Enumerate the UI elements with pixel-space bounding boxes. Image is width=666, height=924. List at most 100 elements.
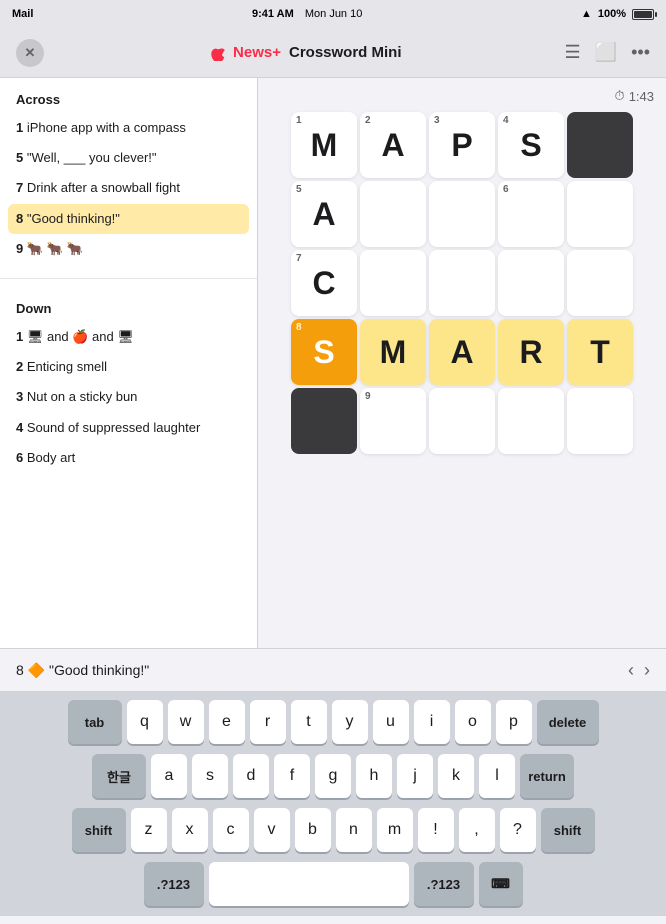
keyboard: tab q w e r t y u i o p delete 한글 a s d … bbox=[0, 692, 666, 916]
cell-1-4[interactable] bbox=[567, 181, 633, 247]
down-header: Down bbox=[0, 297, 257, 322]
wifi-icon: ▲ bbox=[581, 8, 592, 20]
clue-across-8[interactable]: 8 "Good thinking!" bbox=[8, 204, 249, 234]
hint-nav: ‹ › bbox=[628, 660, 650, 681]
cell-4-2[interactable] bbox=[429, 388, 495, 454]
shift-key-left[interactable]: shift bbox=[72, 808, 126, 852]
across-section: Across 1 iPhone app with a compass 5 "We… bbox=[0, 78, 257, 270]
key-c[interactable]: c bbox=[213, 808, 249, 852]
key-b[interactable]: b bbox=[295, 808, 331, 852]
key-k[interactable]: k bbox=[438, 754, 474, 798]
more-icon[interactable]: ••• bbox=[631, 42, 650, 63]
cell-0-1[interactable]: 2A bbox=[360, 112, 426, 178]
key-e[interactable]: e bbox=[209, 700, 245, 744]
cell-3-3[interactable]: R bbox=[498, 319, 564, 385]
key-p[interactable]: p bbox=[496, 700, 532, 744]
timer-value: 1:43 bbox=[629, 89, 654, 104]
cell-0-3[interactable]: 4S bbox=[498, 112, 564, 178]
clue-down-1[interactable]: 1 🖥 and 🍎 and 🖥 bbox=[0, 322, 257, 352]
keyboard-row-1: tab q w e r t y u i o p delete bbox=[4, 700, 662, 744]
delete-key[interactable]: delete bbox=[537, 700, 599, 744]
key-j[interactable]: j bbox=[397, 754, 433, 798]
cell-2-0[interactable]: 7C bbox=[291, 250, 357, 316]
hangul-key[interactable]: 한글 bbox=[92, 754, 146, 798]
key-question[interactable]: ? bbox=[500, 808, 536, 852]
close-button[interactable]: ✕ bbox=[16, 39, 44, 67]
tab-key[interactable]: tab bbox=[68, 700, 122, 744]
cell-2-3[interactable] bbox=[498, 250, 564, 316]
cell-3-0[interactable]: 8S bbox=[291, 319, 357, 385]
cell-1-0[interactable]: 5A bbox=[291, 181, 357, 247]
battery-icon bbox=[632, 9, 654, 20]
active-clue-text: 8 🔶 "Good thinking!" bbox=[16, 662, 149, 679]
shift-key-right[interactable]: shift bbox=[541, 808, 595, 852]
grid-area: ⏱ 1:43 1M 2A 3P 4S 5A 6 bbox=[258, 78, 666, 648]
next-clue-button[interactable]: › bbox=[644, 660, 650, 681]
key-exclaim[interactable]: ! bbox=[418, 808, 454, 852]
clue-across-5[interactable]: 5 "Well, ___ you clever!" bbox=[0, 143, 257, 173]
key-s[interactable]: s bbox=[192, 754, 228, 798]
symbols-key-right[interactable]: .?123 bbox=[414, 862, 474, 906]
clue-across-7[interactable]: 7 Drink after a snowball fight bbox=[0, 173, 257, 203]
key-r[interactable]: r bbox=[250, 700, 286, 744]
cell-1-1[interactable] bbox=[360, 181, 426, 247]
main-content: Across 1 iPhone app with a compass 5 "We… bbox=[0, 78, 666, 648]
key-m[interactable]: m bbox=[377, 808, 413, 852]
cell-4-4[interactable] bbox=[567, 388, 633, 454]
cell-4-3[interactable] bbox=[498, 388, 564, 454]
symbols-key-left[interactable]: .?123 bbox=[144, 862, 204, 906]
cell-2-2[interactable] bbox=[429, 250, 495, 316]
timer-icon: ⏱ bbox=[615, 88, 625, 104]
key-t[interactable]: t bbox=[291, 700, 327, 744]
key-comma[interactable]: , bbox=[459, 808, 495, 852]
key-n[interactable]: n bbox=[336, 808, 372, 852]
cell-3-4[interactable]: T bbox=[567, 319, 633, 385]
cell-4-0 bbox=[291, 388, 357, 454]
time-label: 9:41 AM bbox=[252, 8, 294, 20]
clue-across-1[interactable]: 1 iPhone app with a compass bbox=[0, 113, 257, 143]
clues-panel: Across 1 iPhone app with a compass 5 "We… bbox=[0, 78, 258, 648]
crossword-grid: 1M 2A 3P 4S 5A 6 7C bbox=[291, 112, 633, 454]
key-x[interactable]: x bbox=[172, 808, 208, 852]
apple-icon bbox=[211, 45, 227, 61]
key-q[interactable]: q bbox=[127, 700, 163, 744]
key-d[interactable]: d bbox=[233, 754, 269, 798]
key-u[interactable]: u bbox=[373, 700, 409, 744]
key-o[interactable]: o bbox=[455, 700, 491, 744]
key-f[interactable]: f bbox=[274, 754, 310, 798]
clues-divider bbox=[0, 278, 257, 279]
clue-down-4[interactable]: 4 Sound of suppressed laughter bbox=[0, 413, 257, 443]
key-a[interactable]: a bbox=[151, 754, 187, 798]
key-w[interactable]: w bbox=[168, 700, 204, 744]
cell-1-3[interactable]: 6 bbox=[498, 181, 564, 247]
cell-2-1[interactable] bbox=[360, 250, 426, 316]
cell-3-2[interactable]: A bbox=[429, 319, 495, 385]
screen-icon[interactable]: ⬜ bbox=[595, 42, 617, 63]
key-g[interactable]: g bbox=[315, 754, 351, 798]
key-v[interactable]: v bbox=[254, 808, 290, 852]
clue-down-3[interactable]: 3 Nut on a sticky bun bbox=[0, 382, 257, 412]
clue-across-9[interactable]: 9 🐂 🐂 🐂 bbox=[0, 234, 257, 264]
cell-0-4 bbox=[567, 112, 633, 178]
cell-0-0[interactable]: 1M bbox=[291, 112, 357, 178]
cell-4-1[interactable]: 9 bbox=[360, 388, 426, 454]
cell-1-2[interactable] bbox=[429, 181, 495, 247]
return-key[interactable]: return bbox=[520, 754, 574, 798]
key-i[interactable]: i bbox=[414, 700, 450, 744]
cell-2-4[interactable] bbox=[567, 250, 633, 316]
carrier-label: Mail bbox=[12, 8, 33, 20]
key-l[interactable]: l bbox=[479, 754, 515, 798]
clue-down-6[interactable]: 6 Body art bbox=[0, 443, 257, 473]
list-icon[interactable]: ☰ bbox=[565, 42, 581, 63]
cell-3-1[interactable]: M bbox=[360, 319, 426, 385]
key-h[interactable]: h bbox=[356, 754, 392, 798]
prev-clue-button[interactable]: ‹ bbox=[628, 660, 634, 681]
clue-down-2[interactable]: 2 Enticing smell bbox=[0, 352, 257, 382]
key-z[interactable]: z bbox=[131, 808, 167, 852]
space-key[interactable] bbox=[209, 862, 409, 906]
crossword-title: Crossword Mini bbox=[289, 44, 402, 61]
key-y[interactable]: y bbox=[332, 700, 368, 744]
keyboard-dismiss-key[interactable]: ⌨ bbox=[479, 862, 523, 906]
across-header: Across bbox=[0, 88, 257, 113]
cell-0-2[interactable]: 3P bbox=[429, 112, 495, 178]
